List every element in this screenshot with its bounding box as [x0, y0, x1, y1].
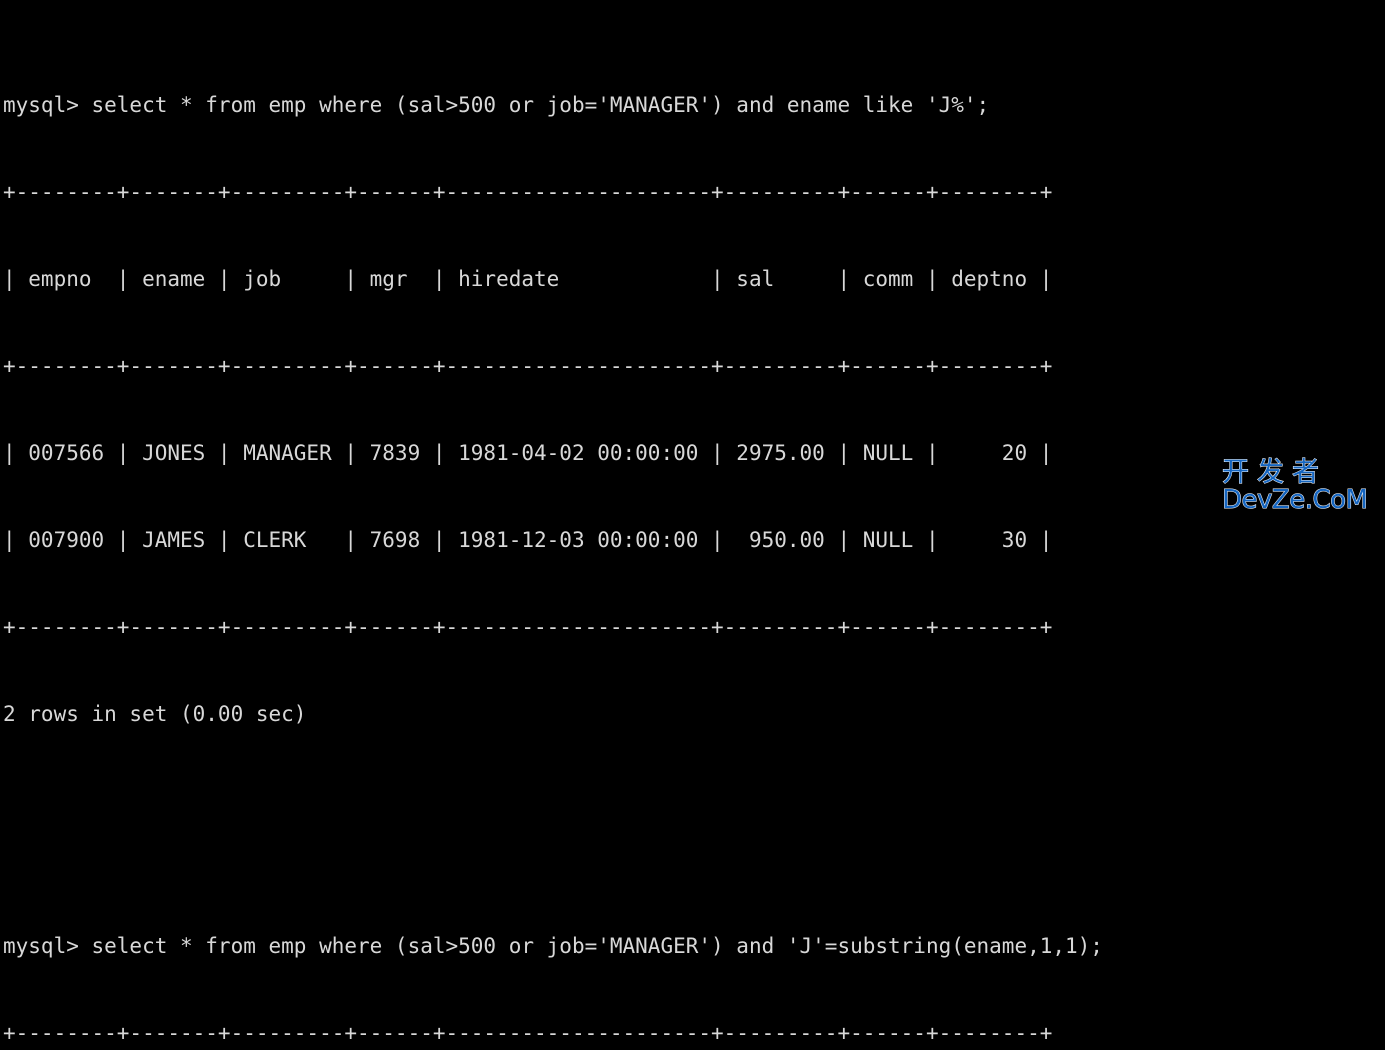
- table-border-top: +--------+-------+---------+------+-----…: [3, 1019, 1385, 1048]
- command-line: mysql> select * from emp where (sal>500 …: [3, 932, 1385, 961]
- table-row: | 007900 | JAMES | CLERK | 7698 | 1981-1…: [3, 526, 1385, 555]
- table-border-header: +--------+-------+---------+------+-----…: [3, 352, 1385, 381]
- table-border-top: +--------+-------+---------+------+-----…: [3, 178, 1385, 207]
- blank-line: [3, 816, 1385, 845]
- table-header-row: | empno | ename | job | mgr | hiredate |…: [3, 265, 1385, 294]
- command-line: mysql> select * from emp where (sal>500 …: [3, 91, 1385, 120]
- result-status: 2 rows in set (0.00 sec): [3, 700, 1385, 729]
- terminal-screen[interactable]: mysql> select * from emp where (sal>500 …: [0, 0, 1385, 525]
- table-row: | 007566 | JONES | MANAGER | 7839 | 1981…: [3, 439, 1385, 468]
- table-border-bottom: +--------+-------+---------+------+-----…: [3, 613, 1385, 642]
